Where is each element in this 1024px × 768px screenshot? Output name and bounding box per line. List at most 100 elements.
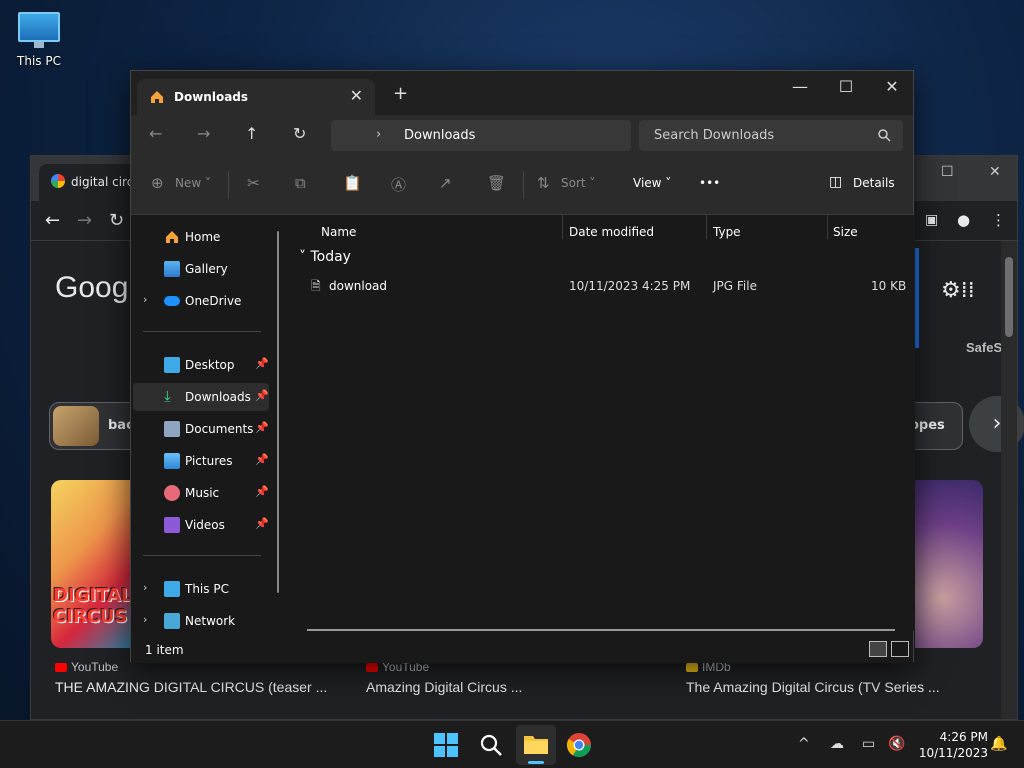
nav-item-videos[interactable]: Videos 📌 bbox=[133, 511, 269, 539]
display-tray-icon[interactable]: ▭ bbox=[862, 736, 875, 752]
more-options-icon[interactable]: ••• bbox=[699, 176, 720, 190]
new-button[interactable]: New ˅ bbox=[175, 176, 211, 190]
chrome-scrollbar[interactable] bbox=[1001, 241, 1017, 719]
home-icon bbox=[151, 91, 163, 103]
new-plus-icon[interactable]: ⊕ bbox=[151, 174, 164, 192]
chrome-sidepanel-icon[interactable]: ▣ bbox=[925, 212, 938, 228]
details-view-icon[interactable] bbox=[869, 641, 887, 657]
new-tab-button[interactable]: + bbox=[393, 83, 408, 104]
close-tab-icon[interactable]: ✕ bbox=[350, 86, 363, 105]
up-icon[interactable]: ↑ bbox=[245, 124, 258, 143]
column-divider[interactable] bbox=[706, 215, 707, 239]
chrome-profile-icon[interactable]: ● bbox=[957, 211, 970, 229]
chrome-menu-icon[interactable]: ⋮ bbox=[991, 211, 1006, 229]
show-hidden-icons-chevron-icon[interactable]: ^ bbox=[798, 736, 810, 752]
windows-start-icon[interactable] bbox=[432, 731, 460, 759]
close-window-icon[interactable]: ✕ bbox=[869, 77, 915, 96]
youtube-icon bbox=[366, 663, 378, 672]
nav-scrollbar[interactable] bbox=[277, 231, 279, 593]
chrome-back-icon[interactable]: ← bbox=[45, 210, 60, 231]
column-header-name[interactable]: Name bbox=[321, 225, 356, 239]
copy-icon[interactable]: ⧉ bbox=[295, 174, 306, 192]
nav-item-gallery[interactable]: Gallery bbox=[133, 255, 269, 283]
sort-icon[interactable]: ⇅ bbox=[537, 174, 550, 192]
address-bar[interactable]: › Downloads bbox=[331, 120, 631, 151]
chrome-icon[interactable] bbox=[565, 731, 593, 759]
gallery-icon bbox=[164, 261, 180, 277]
desktop-icon-this-pc[interactable]: This PC bbox=[8, 8, 70, 78]
chrome-reload-icon[interactable]: ↻ bbox=[109, 210, 124, 231]
delete-icon[interactable]: 🗑 bbox=[487, 174, 506, 192]
back-icon[interactable]: ← bbox=[149, 124, 162, 143]
cut-icon[interactable]: ✂ bbox=[247, 174, 260, 192]
chrome-forward-icon[interactable]: → bbox=[77, 210, 92, 231]
view-button[interactable]: View ˅ bbox=[633, 176, 671, 190]
pin-icon[interactable]: 📌 bbox=[255, 453, 269, 466]
pin-icon[interactable]: 📌 bbox=[255, 389, 269, 402]
tiles-view-icon[interactable] bbox=[891, 641, 909, 657]
desktop-icon-label: This PC bbox=[17, 54, 61, 68]
column-divider[interactable] bbox=[827, 215, 828, 239]
group-header[interactable]: ˅ Today bbox=[299, 249, 351, 265]
toolbar-divider bbox=[523, 171, 524, 199]
google-logo: Googl bbox=[55, 271, 136, 304]
rename-icon[interactable]: Ⓐ bbox=[391, 174, 406, 195]
computer-icon bbox=[164, 581, 180, 597]
column-header-type[interactable]: Type bbox=[713, 225, 741, 239]
nav-label: Music bbox=[185, 486, 220, 500]
details-pane-icon[interactable]: ◫ bbox=[829, 174, 842, 190]
pin-icon[interactable]: 📌 bbox=[255, 517, 269, 530]
column-header-date[interactable]: Date modified bbox=[569, 225, 654, 239]
pin-icon[interactable]: 📌 bbox=[255, 357, 269, 370]
forward-icon[interactable]: → bbox=[197, 124, 210, 143]
expand-chevron-icon[interactable]: › bbox=[143, 581, 147, 594]
settings-gear-icon[interactable]: ⚙⁞⁞ bbox=[941, 278, 975, 303]
pin-icon[interactable]: 📌 bbox=[255, 421, 269, 434]
breadcrumb-chevron-icon[interactable]: › bbox=[376, 127, 381, 142]
column-divider[interactable] bbox=[562, 215, 563, 239]
file-list: Name Date modified Type Size ˅ Today 🗎 d… bbox=[289, 215, 915, 631]
nav-item-documents[interactable]: Documents 📌 bbox=[133, 415, 269, 443]
breadcrumb-downloads[interactable]: Downloads bbox=[404, 128, 475, 143]
column-header-size[interactable]: Size bbox=[833, 225, 858, 239]
explorer-tab[interactable]: Downloads ✕ bbox=[137, 79, 375, 115]
search-icon[interactable] bbox=[477, 731, 505, 759]
result-title[interactable]: The Amazing Digital Circus (TV Series ..… bbox=[686, 679, 940, 695]
nav-item-music[interactable]: Music 📌 bbox=[133, 479, 269, 507]
result-title[interactable]: Amazing Digital Circus ... bbox=[366, 679, 522, 695]
file-type: JPG File bbox=[713, 279, 757, 293]
chrome-close-icon[interactable]: ✕ bbox=[989, 164, 1001, 180]
refresh-icon[interactable]: ↻ bbox=[293, 124, 306, 143]
nav-item-desktop[interactable]: Desktop 📌 bbox=[133, 351, 269, 379]
result-image[interactable]: DIGITAL CIRCUS bbox=[51, 480, 133, 648]
sort-button[interactable]: Sort ˅ bbox=[561, 176, 595, 190]
minimize-icon[interactable]: — bbox=[777, 77, 823, 96]
scrollbar-thumb[interactable] bbox=[1005, 257, 1013, 337]
nav-item-pictures[interactable]: Pictures 📌 bbox=[133, 447, 269, 475]
expand-chevron-icon[interactable]: › bbox=[143, 293, 147, 306]
nav-item-onedrive[interactable]: › OneDrive bbox=[133, 287, 269, 315]
safesearch-label[interactable]: SafeS bbox=[966, 340, 1002, 355]
notification-bell-icon[interactable]: 🔔 bbox=[990, 736, 1007, 752]
paste-icon[interactable]: 📋 bbox=[343, 174, 362, 192]
nav-label: OneDrive bbox=[185, 294, 242, 308]
system-clock[interactable]: 4:26 PM 10/11/2023 bbox=[919, 729, 988, 761]
nav-item-downloads[interactable]: ⤓ Downloads 📌 bbox=[133, 383, 269, 411]
result-image-caption: DIGITAL CIRCUS bbox=[53, 585, 133, 627]
file-explorer-taskbar-button[interactable] bbox=[516, 725, 556, 765]
sound-muted-icon[interactable]: 🔇 bbox=[888, 736, 905, 752]
chrome-maximize-icon[interactable]: ☐ bbox=[941, 164, 954, 180]
details-button[interactable]: Details bbox=[853, 176, 895, 190]
pin-icon[interactable]: 📌 bbox=[255, 485, 269, 498]
result-image[interactable] bbox=[915, 480, 983, 648]
file-size: 10 KB bbox=[871, 279, 907, 293]
maximize-icon[interactable]: ☐ bbox=[823, 77, 869, 96]
share-icon[interactable]: ↗ bbox=[439, 174, 452, 192]
nav-item-this-pc[interactable]: › This PC bbox=[133, 575, 269, 603]
onedrive-tray-icon[interactable]: ☁ bbox=[830, 736, 844, 752]
result-title[interactable]: THE AMAZING DIGITAL CIRCUS (teaser ... bbox=[55, 679, 327, 695]
expand-chevron-icon[interactable]: › bbox=[143, 613, 147, 626]
file-row[interactable]: 🗎 download 10/11/2023 4:25 PM JPG File 1… bbox=[293, 273, 909, 299]
search-input[interactable]: Search Downloads bbox=[639, 120, 903, 151]
nav-item-home[interactable]: Home bbox=[133, 223, 269, 251]
